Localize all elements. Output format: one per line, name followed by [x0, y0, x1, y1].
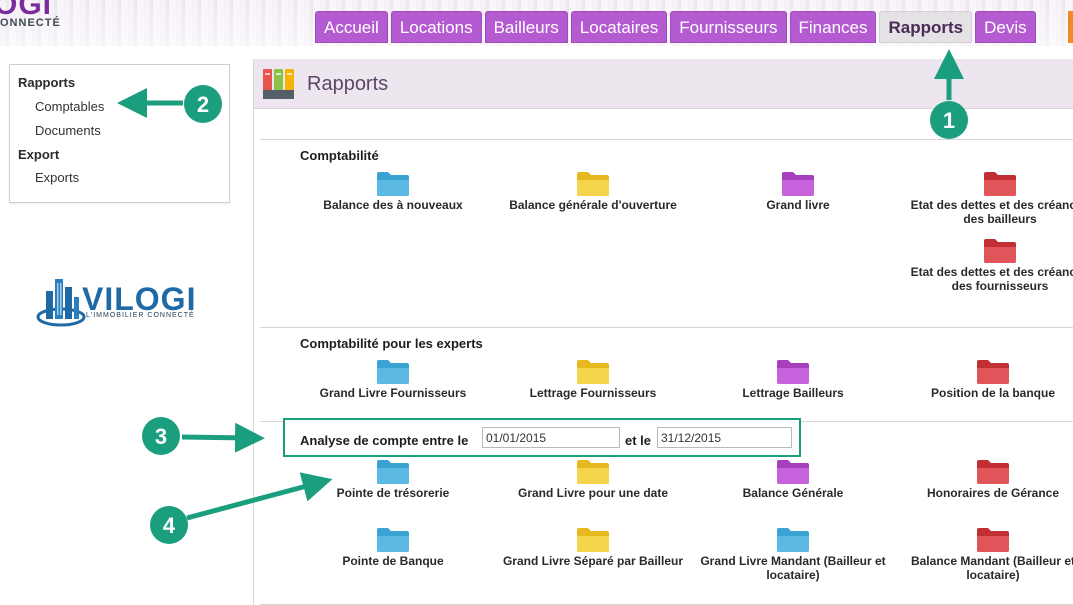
report-grand-livre-fournisseurs[interactable]: Grand Livre Fournisseurs: [293, 358, 493, 400]
report-lettrage-fournisseurs[interactable]: Lettrage Fournisseurs: [493, 358, 693, 400]
report-balance-a-nouveaux[interactable]: Balance des à nouveaux: [293, 170, 493, 212]
report-label: Pointe de trésorerie: [336, 486, 450, 500]
analysis-start-label: Analyse de compte entre le: [300, 433, 469, 448]
report-grand-livre-date[interactable]: Grand Livre pour une date: [493, 458, 693, 500]
folder-icon: [577, 460, 609, 484]
report-label: Balance des à nouveaux: [323, 198, 463, 212]
annotation-3-text: 3: [155, 424, 167, 449]
vilogi-logo: VILOGI L'IMMOBILIER CONNECTÉ: [36, 275, 208, 330]
report-balance-generale[interactable]: Balance Générale: [693, 458, 893, 500]
report-label: Grand livre: [766, 198, 830, 212]
page: OGI ONNECTÉ Accueil Locations Bailleurs …: [0, 0, 1073, 605]
tab-devis[interactable]: Devis: [975, 11, 1036, 43]
section-comptabilite: Comptabilité Balance des à nouveaux Bala…: [260, 139, 1073, 327]
start-date-input[interactable]: [482, 427, 620, 448]
folder-icon: [577, 172, 609, 196]
report-label: Pointe de Banque: [342, 554, 444, 568]
folder-icon: [577, 360, 609, 384]
folder-icon: [977, 360, 1009, 384]
folder-icon: [977, 528, 1009, 552]
analysis-end-label: et le: [625, 433, 652, 448]
folder-icon: [977, 460, 1009, 484]
report-label: Position de la banque: [930, 386, 1055, 400]
folder-icon: [777, 360, 809, 384]
end-date-input[interactable]: [657, 427, 792, 448]
report-label: Honoraires de Gérance: [926, 486, 1060, 500]
report-grand-livre-mandant[interactable]: Grand Livre Mandant (Bailleur et locatai…: [693, 526, 893, 582]
report-label: Etat des dettes et des créances des four…: [910, 265, 1073, 293]
report-pointe-tresorerie[interactable]: Pointe de trésorerie: [293, 458, 493, 500]
report-pointe-banque[interactable]: Pointe de Banque: [293, 526, 493, 568]
sidebar-menu: Rapports Comptables Documents Export Exp…: [9, 64, 230, 203]
tab-accueil[interactable]: Accueil: [315, 11, 388, 43]
vilogi-tagline: L'IMMOBILIER CONNECTÉ: [86, 312, 195, 319]
report-grand-livre-separe[interactable]: Grand Livre Séparé par Bailleur: [493, 526, 693, 568]
folder-icon: [777, 460, 809, 484]
tab-locataires[interactable]: Locataires: [570, 11, 668, 43]
sidebar-heading-export[interactable]: Export: [18, 147, 59, 162]
sidebar-item-comptables[interactable]: Comptables: [35, 99, 104, 114]
tab-bailleurs[interactable]: Bailleurs: [484, 11, 568, 43]
header-logo-subtext: ONNECTÉ: [0, 17, 61, 29]
section-title: Comptabilité: [300, 148, 379, 163]
building-logo-icon: [36, 279, 86, 327]
report-lettrage-bailleurs[interactable]: Lettrage Bailleurs: [693, 358, 893, 400]
tab-overflow-accent[interactable]: [1068, 11, 1073, 43]
annotation-3: 3: [142, 417, 265, 455]
report-label: Balance générale d'ouverture: [509, 198, 677, 212]
vilogi-header-logo[interactable]: OGI ONNECTÉ: [0, 0, 75, 40]
sidebar-heading-rapports[interactable]: Rapports: [18, 75, 75, 90]
annotation-4-text: 4: [163, 513, 176, 538]
reports-panel: Rapports Comptabilité Balance des à nouv…: [253, 59, 1073, 605]
page-title: Rapports: [307, 73, 389, 95]
report-position-banque[interactable]: Position de la banque: [893, 358, 1073, 400]
tab-fournisseurs[interactable]: Fournisseurs: [670, 11, 787, 43]
section-title: Comptabilité pour les experts: [300, 336, 483, 351]
report-label: Balance Générale: [742, 486, 844, 500]
report-label: Grand Livre Mandant (Bailleur et locatai…: [700, 554, 886, 582]
report-balance-generale-ouverture[interactable]: Balance générale d'ouverture: [493, 170, 693, 212]
sidebar-item-documents[interactable]: Documents: [35, 123, 101, 138]
report-label: Grand Livre Fournisseurs: [319, 386, 467, 400]
folder-icon: [984, 239, 1016, 263]
folder-icon: [777, 528, 809, 552]
main-nav-tabs: Accueil Locations Bailleurs Locataires F…: [315, 11, 1036, 43]
tab-locations[interactable]: Locations: [390, 11, 482, 43]
folder-icon: [782, 172, 814, 196]
sidebar-item-exports[interactable]: Exports: [35, 170, 79, 185]
report-label: Etat des dettes et des créances des bail…: [910, 198, 1073, 226]
folder-icon: [377, 528, 409, 552]
tab-rapports[interactable]: Rapports: [879, 11, 973, 43]
report-label: Lettrage Bailleurs: [742, 386, 844, 400]
report-label: Lettrage Fournisseurs: [529, 386, 657, 400]
tab-finances[interactable]: Finances: [789, 11, 877, 43]
report-label: Grand Livre Séparé par Bailleur: [502, 554, 684, 568]
report-label: Grand Livre pour une date: [517, 486, 669, 500]
report-grand-livre[interactable]: Grand livre: [698, 170, 898, 212]
report-balance-mandant[interactable]: Balance Mandant (Bailleur et locataire): [893, 526, 1073, 582]
report-dettes-creances-fournisseurs[interactable]: Etat des dettes et des créances des four…: [900, 237, 1073, 293]
report-honoraires-gerance[interactable]: Honoraires de Gérance: [893, 458, 1073, 500]
account-analysis-date-range: Analyse de compte entre le et le: [283, 418, 801, 457]
section-comptabilite-experts: Comptabilité pour les experts Grand Livr…: [260, 327, 1073, 421]
reports-title-bar: Rapports: [254, 59, 1073, 109]
folder-icon: [377, 360, 409, 384]
folder-icon: [577, 528, 609, 552]
folder-icon: [984, 172, 1016, 196]
report-dettes-creances-bailleurs[interactable]: Etat des dettes et des créances des bail…: [900, 170, 1073, 226]
report-label: Balance Mandant (Bailleur et locataire): [910, 554, 1073, 582]
binders-icon: [263, 69, 294, 99]
folder-icon: [377, 460, 409, 484]
folder-icon: [377, 172, 409, 196]
